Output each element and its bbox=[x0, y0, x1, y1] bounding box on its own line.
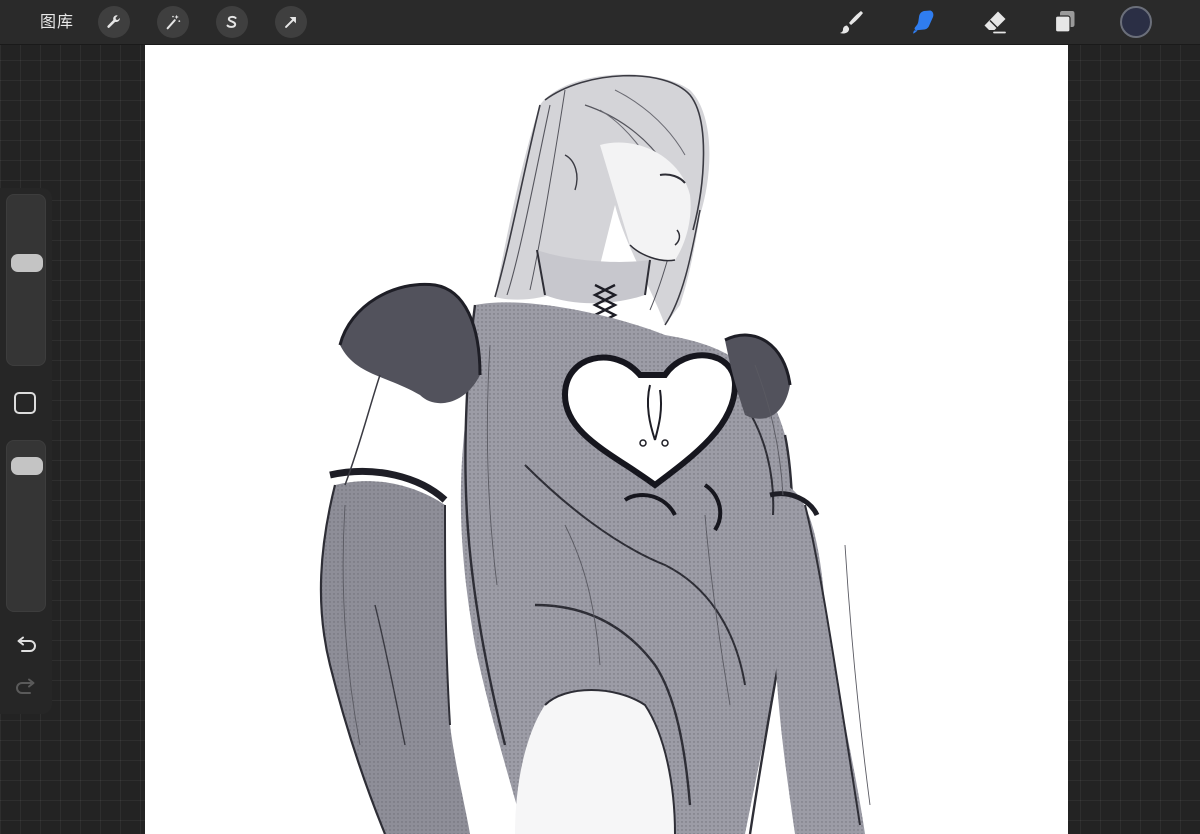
redo-button[interactable] bbox=[12, 676, 40, 700]
brush-icon bbox=[840, 11, 863, 34]
opacity-slider-thumb[interactable] bbox=[11, 456, 43, 475]
gallery-button[interactable]: 图库 bbox=[40, 12, 74, 32]
transform-button[interactable] bbox=[275, 6, 307, 38]
wrench-icon bbox=[107, 15, 120, 28]
eraser-tool-button[interactable] bbox=[979, 6, 1011, 38]
selection-s-icon bbox=[226, 15, 237, 28]
layers-icon bbox=[1054, 11, 1075, 33]
sketch-artwork bbox=[319, 74, 871, 834]
eraser-icon bbox=[984, 11, 1006, 34]
undo-icon bbox=[17, 636, 36, 652]
top-toolbar: 图库 bbox=[0, 0, 1200, 45]
left-shoulder-puff bbox=[338, 282, 482, 404]
side-bar bbox=[0, 188, 52, 714]
undo-button[interactable] bbox=[12, 634, 40, 658]
left-arm-glove bbox=[319, 467, 470, 834]
smudge-tool-button[interactable] bbox=[908, 6, 940, 38]
actions-button[interactable] bbox=[98, 6, 130, 38]
brush-size-slider[interactable] bbox=[6, 194, 46, 366]
modify-button[interactable] bbox=[14, 392, 36, 414]
transform-arrow-icon bbox=[285, 17, 296, 28]
right-arm bbox=[769, 485, 865, 834]
opacity-slider[interactable] bbox=[6, 440, 46, 612]
brush-tool-button[interactable] bbox=[836, 6, 868, 38]
drawing-canvas[interactable] bbox=[145, 45, 1068, 834]
brush-size-slider-thumb[interactable] bbox=[11, 253, 43, 272]
magic-wand-icon bbox=[166, 14, 181, 30]
smudge-finger-icon bbox=[912, 10, 934, 34]
selection-button[interactable] bbox=[216, 6, 248, 38]
layers-button[interactable] bbox=[1049, 6, 1081, 38]
procreate-app: 图库 bbox=[0, 0, 1200, 834]
redo-icon bbox=[16, 678, 35, 694]
adjustments-button[interactable] bbox=[157, 6, 189, 38]
color-picker-swatch[interactable] bbox=[1120, 6, 1152, 38]
